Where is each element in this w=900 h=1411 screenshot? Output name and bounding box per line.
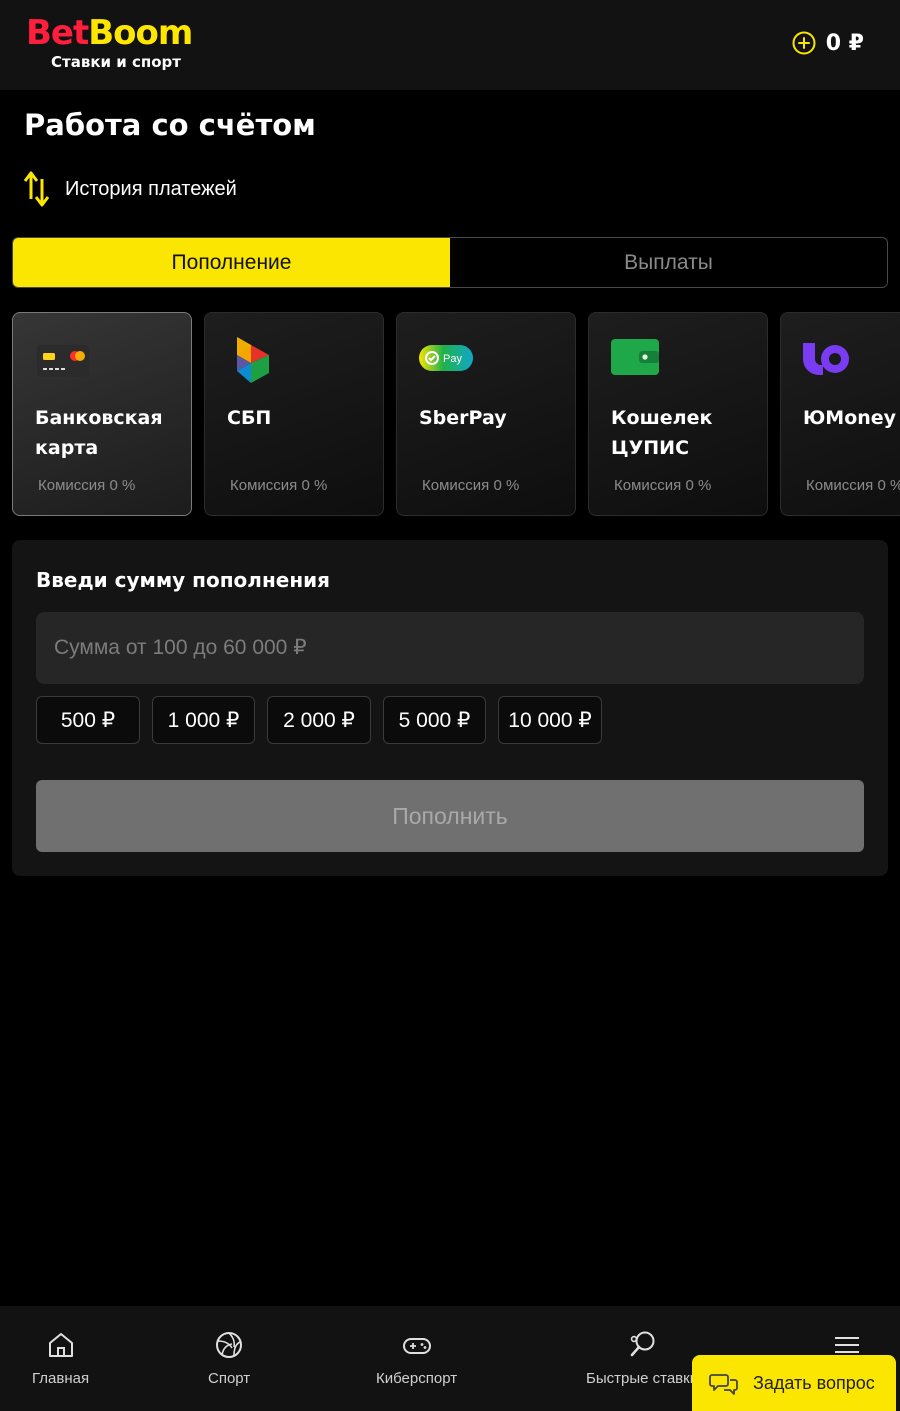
- nav-home[interactable]: Главная: [32, 1330, 89, 1387]
- balance-amount: 0 ₽: [825, 30, 864, 56]
- logo-wordmark: BetBoom: [26, 13, 193, 53]
- method-name: ЮMoney: [803, 407, 897, 429]
- gamepad-icon: [402, 1338, 431, 1354]
- method-fee: Комиссия 0 %: [422, 477, 520, 494]
- nav-sport[interactable]: Спорт: [208, 1330, 250, 1387]
- tab-withdrawal[interactable]: Выплаты: [450, 238, 887, 287]
- sbp-icon: [237, 337, 269, 383]
- svg-text:Pay: Pay: [443, 353, 462, 365]
- quick-amount-chip[interactable]: 2 000 ₽: [267, 696, 371, 744]
- page-title: Работа со счётом: [24, 108, 316, 142]
- payment-methods-carousel[interactable]: Банковская карта Комиссия 0 % СБП Комисс…: [12, 312, 900, 516]
- yoomoney-icon: [803, 343, 849, 375]
- quick-amount-chip[interactable]: 5 000 ₽: [383, 696, 486, 744]
- deposit-panel: Введи сумму пополнения 500 ₽ 1 000 ₽ 2 0…: [12, 540, 888, 876]
- method-fee: Комиссия 0 %: [38, 477, 136, 494]
- bank-card-icon: [37, 345, 89, 377]
- payment-history-link[interactable]: История платежей: [22, 168, 237, 210]
- home-icon: [48, 1333, 73, 1357]
- betboom-logo[interactable]: BetBoom Ставки и спорт: [26, 14, 206, 74]
- method-fee: Комиссия 0 %: [614, 477, 712, 494]
- ping-pong-icon: [630, 1331, 655, 1357]
- transfer-arrows-icon: [23, 171, 50, 207]
- balance-widget[interactable]: 0 ₽: [792, 28, 864, 58]
- payment-history-label: История платежей: [65, 177, 237, 200]
- method-yoomoney[interactable]: ЮMoney Комиссия 0 %: [780, 312, 900, 516]
- nav-label: Быстрые ставки: [586, 1370, 699, 1387]
- method-name: Кошелек ЦУПИС: [611, 407, 713, 459]
- amount-input[interactable]: [36, 612, 864, 684]
- nav-label: Киберспорт: [376, 1370, 458, 1387]
- method-sbp[interactable]: СБП Комиссия 0 %: [204, 312, 384, 516]
- quick-amount-chip[interactable]: 500 ₽: [36, 696, 140, 744]
- chat-icon: [709, 1374, 738, 1395]
- nav-esports[interactable]: Киберспорт: [376, 1330, 457, 1387]
- logo-tagline: Ставки и спорт: [51, 53, 181, 71]
- method-name: СБП: [227, 407, 272, 429]
- deposit-submit-button[interactable]: Пополнить: [36, 780, 864, 852]
- method-name: Банковская карта: [35, 407, 163, 459]
- method-bank-card[interactable]: Банковская карта Комиссия 0 %: [12, 312, 192, 516]
- quick-amount-chip[interactable]: 10 000 ₽: [498, 696, 602, 744]
- method-fee: Комиссия 0 %: [230, 477, 328, 494]
- nav-fast-bets[interactable]: Быстрые ставки: [586, 1330, 698, 1387]
- deposit-title: Введи сумму пополнения: [36, 568, 331, 592]
- ask-question-label: Задать вопрос: [753, 1372, 875, 1393]
- method-name: SberPay: [419, 407, 507, 429]
- sberpay-icon: Pay: [419, 345, 473, 371]
- nav-label: Главная: [32, 1370, 90, 1387]
- ask-question-button[interactable]: Задать вопрос: [692, 1355, 896, 1411]
- plus-circle-icon: [792, 31, 816, 55]
- method-sberpay[interactable]: Pay SberPay Комиссия 0 %: [396, 312, 576, 516]
- wallet-icon: [611, 339, 659, 375]
- ball-icon: [216, 1332, 243, 1358]
- tab-deposit[interactable]: Пополнение: [13, 238, 450, 287]
- quick-amount-chip[interactable]: 1 000 ₽: [152, 696, 255, 744]
- method-cupis-wallet[interactable]: Кошелек ЦУПИС Комиссия 0 %: [588, 312, 768, 516]
- nav-label: Спорт: [208, 1370, 251, 1387]
- method-fee: Комиссия 0 %: [806, 477, 900, 494]
- operation-tabs: Пополнение Выплаты: [12, 237, 888, 288]
- top-header: BetBoom Ставки и спорт 0 ₽: [0, 0, 900, 90]
